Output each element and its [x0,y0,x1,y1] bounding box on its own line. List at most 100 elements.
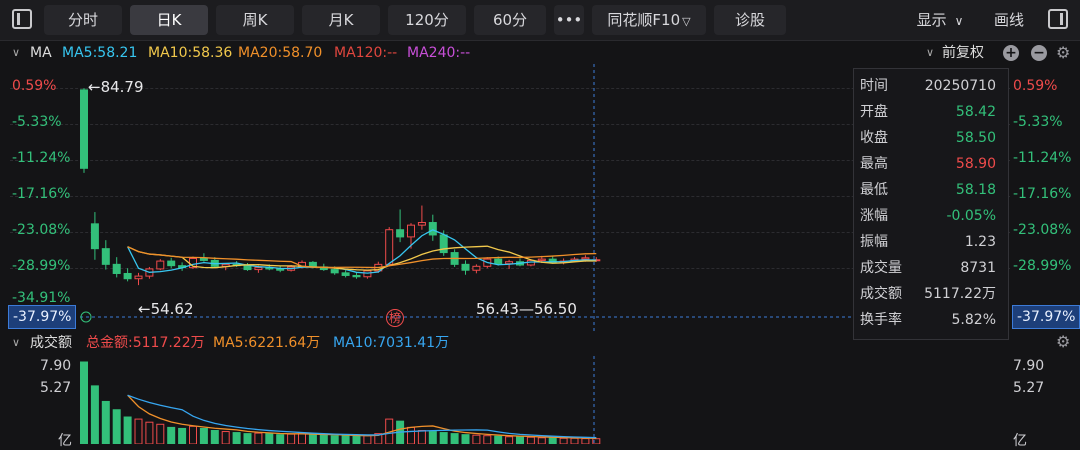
info-row-amplitude: 振幅 1.23 [860,234,996,250]
volume-bar [516,436,524,444]
candle-body [407,224,415,238]
volume-bar [210,430,219,444]
candle-body [472,265,481,271]
volume-bar [178,427,187,444]
info-row-time: 时间 20250710 [860,78,996,94]
volume-bar [221,431,230,444]
volume-bar [439,432,448,444]
display-dropdown[interactable]: 显示 ∨ [898,5,982,35]
volume-bar [199,427,208,444]
volume-chart[interactable] [0,356,1080,444]
volume-bar [352,435,361,444]
volume-bar [90,385,99,444]
info-row-turnover-amount: 成交额 5117.22万 [860,286,996,302]
range-annotation: 56.43—56.50 [476,300,577,318]
info-row-open: 开盘 58.42 [860,104,996,120]
tab-daily-k[interactable]: 日K [130,5,208,35]
chevron-down-icon[interactable]: ∨ [926,42,934,64]
volume-legend: ∨ 成交额 总金额:5117.22万 MA5:6221.64万 MA10:703… [0,332,1080,353]
ma5-value: MA5:58.21 [62,45,138,61]
volume-bar [417,430,426,444]
ma240-value: MA240:-- [407,45,471,61]
volume-bar [276,434,285,444]
info-row-low: 最低 58.18 [860,182,996,198]
volume-bar [189,425,197,444]
collapse-icon[interactable]: ∨ [12,42,20,64]
volume-bar [145,421,154,444]
volume-bar [134,418,143,444]
low-annotation: ←54.62 [138,300,194,318]
volume-bar [232,432,241,444]
candle-body [80,89,88,169]
candle-body [537,258,546,261]
volume-bar [298,433,306,444]
volume-bar [101,400,110,444]
volume-bar [461,434,470,444]
ranking-marker[interactable]: 榜 [386,309,404,327]
info-row-turnover-rate: 换手率 5.82% [860,312,996,328]
candle-body [428,222,437,236]
settings-gear-icon[interactable]: ⚙ [1056,42,1070,64]
more-periods-button[interactable]: ••• [554,5,584,35]
chevron-down-icon: ∨ [954,14,964,28]
volume-bar [570,437,579,444]
volume-bar [80,361,88,444]
tab-intraday[interactable]: 分时 [44,5,122,35]
candle-body [461,263,470,271]
collapse-icon[interactable]: ∨ [12,333,20,353]
candle-body [363,270,372,278]
ma-title: MA [30,45,52,61]
info-row-high: 最高 58.90 [860,156,996,172]
display-label: 显示 [916,11,947,29]
adjust-mode-label[interactable]: 前复权 [942,42,984,64]
info-row-close: 收盘 58.50 [860,130,996,146]
ma-legend: ∨ MA MA5:58.21 MA10:58.36 MA20:58.70 MA1… [0,42,1080,64]
ma120-value: MA120:-- [334,45,398,61]
zoom-in-icon[interactable]: + [1003,45,1019,61]
candle-body [396,229,405,238]
volume-ma5-line [127,394,597,439]
volume-bar [407,426,415,444]
volume-bar [505,436,514,444]
f10-dropdown[interactable]: 同花顺F10 ▽ [592,5,706,35]
tab-weekly-k[interactable]: 周K [216,5,294,35]
volume-bar [308,434,317,444]
zoom-out-icon[interactable]: − [1031,45,1047,61]
draw-line-button[interactable]: 画线 [982,5,1036,35]
volume-bar [363,435,372,444]
volume-bar [450,433,459,444]
candle-body [276,268,285,271]
tab-120min[interactable]: 120分 [388,5,466,35]
toolbar: 分时 日K 周K 月K 120分 60分 ••• 同花顺F10 ▽ 诊股 显示 ∨ … [0,0,1080,41]
candle-body [494,258,503,265]
diagnose-button[interactable]: 诊股 [714,5,786,35]
tab-monthly-k[interactable]: 月K [302,5,380,35]
volume-bar [319,434,328,444]
sidebar-toggle-left-icon[interactable] [12,9,32,29]
candle-body [101,248,110,265]
settings-gear-icon[interactable]: ⚙ [1056,332,1070,352]
ohlc-info-panel: 时间 20250710 开盘 58.42 收盘 58.50 最高 58.90 最低 58.… [853,68,1009,340]
candle-body [385,229,394,265]
info-row-volume: 成交量 8731 [860,260,996,276]
tab-60min[interactable]: 60分 [474,5,546,35]
high-annotation: ←84.79 [88,78,144,96]
f10-label: 同花顺F10 [607,11,681,29]
info-row-change: 涨幅 -0.05% [860,208,996,224]
candle-body [90,223,99,250]
sidebar-toggle-right-icon[interactable] [1048,9,1068,29]
candle-body [341,272,350,276]
volume-bar [243,433,252,444]
volume-title: 成交额 [30,335,72,351]
ma20-line [127,246,597,269]
candle-body [352,274,361,278]
volume-bar [559,437,568,444]
volume-bar [483,435,492,444]
volume-bar [330,435,339,444]
candle-body [134,275,143,280]
candle-body [199,257,208,261]
candle-body [123,272,132,280]
volume-bar [123,416,132,444]
volume-bar [472,434,481,444]
volume-bar [581,438,590,444]
